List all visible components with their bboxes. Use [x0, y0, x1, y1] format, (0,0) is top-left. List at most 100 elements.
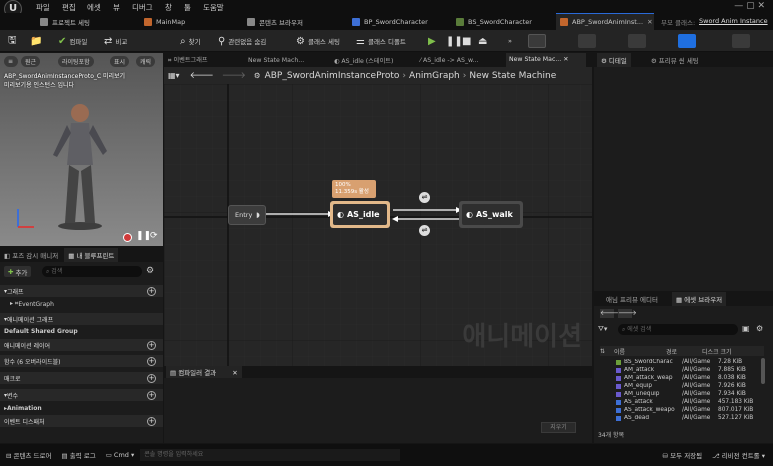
breadcrumb-state-machine[interactable]: New State Machine	[469, 71, 556, 81]
forward-arrow-icon[interactable]: 🡒	[222, 70, 246, 81]
tab-bp-swordcharacter[interactable]: BP_SwordCharacter	[348, 13, 448, 30]
show-button[interactable]: 표시	[110, 56, 130, 67]
clear-button[interactable]: 지우기	[541, 422, 576, 433]
settings-gear-icon[interactable]: ⚙	[756, 324, 763, 333]
entry-node[interactable]: Entry ◗	[228, 205, 266, 225]
viewport-menu-icon[interactable]: ≡	[4, 56, 18, 67]
hide-unrelated-button[interactable]: ⚲ 관련없음 숨김	[218, 34, 266, 48]
column-header-size[interactable]: 디스크 크기	[702, 347, 732, 356]
find-button[interactable]: ⌕ 찾기	[180, 34, 201, 48]
graph-tab-state-machine-active[interactable]: New State Mac... ✕	[506, 53, 586, 67]
add-dispatcher-icon[interactable]: +	[147, 416, 156, 426]
column-header-path[interactable]: 경로	[666, 347, 702, 356]
menu-asset[interactable]: 에셋	[87, 2, 101, 13]
category-anim-layers[interactable]: 애니메이션 레이어 +	[0, 339, 163, 351]
column-header-name[interactable]: 이름	[614, 347, 666, 356]
blueprint-mode-button[interactable]	[678, 34, 696, 48]
category-functions[interactable]: 함수 (6 오버라이드블) +	[0, 355, 163, 367]
blueprint-search-input[interactable]: ⌕ 검색	[42, 266, 142, 277]
cmd-dropdown[interactable]: ▭ Cmd ▾	[106, 451, 135, 459]
tab-mainmap[interactable]: MainMap	[140, 13, 230, 30]
stop-button[interactable]: ■	[462, 34, 474, 48]
content-drawer-button[interactable]: ⊟ 콘텐츠 드로어	[6, 450, 51, 460]
asset-row[interactable]: AM_equip/All/Game 7.926 KiB	[616, 382, 760, 390]
record-icon[interactable]	[123, 233, 132, 242]
state-node-as-walk[interactable]: ◐ AS_walk	[459, 201, 523, 228]
asset-scrollbar[interactable]	[761, 358, 765, 384]
category-variables[interactable]: ▾ 변수 +	[0, 389, 163, 401]
close-tab-icon[interactable]: ✕	[563, 56, 568, 63]
filter-dropdown-icon[interactable]: ⛛▾	[598, 325, 607, 334]
step-icon[interactable]: ⟳	[150, 231, 158, 241]
graph-tab-as-idle[interactable]: ◐ AS_idle (스테이트)	[334, 56, 420, 65]
tab-abp-swordaniminstance[interactable]: ABP_SwordAnimInst... ✕	[556, 13, 654, 30]
asset-row[interactable]: AS_attack/All/Game 457.183 KiB	[616, 398, 760, 406]
skeleton-mode-button[interactable]	[528, 34, 546, 48]
add-variable-icon[interactable]: +	[147, 390, 156, 400]
folder-icon[interactable]: ▣	[742, 324, 750, 333]
physics-mode-button[interactable]	[732, 34, 750, 48]
add-button[interactable]: ✚ 추가	[4, 266, 32, 277]
graph-options-icon[interactable]: ▦▾	[168, 71, 180, 80]
list-item-eventgraph[interactable]: ▸ ⌗ EventGraph	[0, 298, 163, 310]
diff-button[interactable]: ⇄ 비교	[104, 34, 127, 48]
menu-tools[interactable]: 툴	[184, 2, 191, 13]
asset-row[interactable]: AS_dead/All/Game 527.127 KiB	[616, 414, 760, 422]
add-macro-icon[interactable]: +	[147, 373, 156, 383]
asset-row[interactable]: AS_attack_weapo/All/Game 807.017 KiB	[616, 406, 760, 414]
tab-bs-swordcharacter[interactable]: BS_SwordCharacter	[452, 13, 552, 30]
tab-compiler-results[interactable]: ▤ 컴파일러 결과 ✕	[166, 366, 242, 378]
graph-tab-state-machine-1[interactable]: New State Mach...	[248, 57, 334, 64]
breadcrumb-root[interactable]: ABP_SwordAnimInstanceProto	[265, 71, 400, 81]
class-defaults-button[interactable]: ⚌ 클래스 디폴트	[356, 34, 406, 48]
graph-tab-transition[interactable]: ⁄ AS_idle -> AS_w...	[420, 57, 506, 64]
menu-window[interactable]: 창	[165, 2, 172, 13]
graph-canvas[interactable]: ⇌ ⇌ Entry ◗ 100% 11.359s 활성 ◐ AS_idle ◐ AS_w…	[164, 84, 592, 366]
output-log-button[interactable]: ▤ 출력 로그	[61, 450, 95, 460]
tab-preview-settings[interactable]: ⚙ 프리뷰 씬 세팅	[651, 55, 699, 65]
play-button[interactable]: ▶	[428, 34, 439, 48]
breadcrumb-animgraph[interactable]: AnimGraph	[409, 71, 460, 81]
transition-rule-icon[interactable]: ⇌	[419, 225, 430, 236]
tab-content-browser[interactable]: 콘텐츠 브라우저	[243, 13, 343, 30]
asset-row[interactable]: BS_SwordCharac/All/Game 7.28 KiB	[616, 358, 760, 366]
tab-details[interactable]: ⚙ 디테일	[597, 53, 631, 67]
forward-arrow-icon[interactable]: 🡒	[618, 309, 637, 318]
menu-file[interactable]: 파일	[36, 2, 50, 13]
asset-search-input[interactable]: ⌕ 에셋 검색	[618, 324, 738, 335]
category-event-dispatchers[interactable]: 이벤트 디스패처 +	[0, 415, 163, 427]
parent-class-link[interactable]: Sword Anim Instance	[699, 17, 768, 25]
revision-control-button[interactable]: ⎇ 리비전 컨트롤 ▾	[712, 450, 765, 460]
asset-row[interactable]: AM_unequip/All/Game 7.934 KiB	[616, 390, 760, 398]
compile-button[interactable]: ✔ 컴파일	[58, 34, 87, 48]
tab-my-blueprint[interactable]: ▦ 내 블루프린트	[64, 248, 119, 262]
menu-debug[interactable]: 디버그	[132, 2, 153, 13]
list-item-default-shared[interactable]: Default Shared Group	[0, 325, 163, 337]
menu-view[interactable]: 뷰	[113, 2, 120, 13]
tab-asset-browser[interactable]: ▦ 에셋 브라우저	[671, 292, 727, 306]
asset-row[interactable]: AM_attack/All/Game 7.885 KiB	[616, 366, 760, 374]
add-layer-icon[interactable]: +	[147, 340, 156, 350]
asset-row[interactable]: AM_attack_weap/All/Game 8.038 KiB	[616, 374, 760, 382]
window-controls-icon[interactable]: — ▢ ✕	[734, 1, 765, 11]
tab-project-settings[interactable]: 프로젝트 세팅	[36, 13, 136, 30]
back-arrow-icon[interactable]: 🡐	[190, 70, 214, 81]
more-toolbar-icon[interactable]: »	[508, 34, 512, 48]
animation-mode-button[interactable]	[628, 34, 646, 48]
class-settings-button[interactable]: ⚙ 클래스 세팅	[296, 34, 340, 48]
graph-tab-eventgraph[interactable]: ⌗ 이벤트그래프	[168, 55, 248, 65]
tab-pose-watch[interactable]: ◧ 포즈 감시 매니저	[4, 250, 58, 260]
menu-help[interactable]: 도움말	[203, 2, 224, 13]
category-macros[interactable]: 매크로 +	[0, 372, 163, 384]
category-graphs[interactable]: ▾ 그래프 +	[0, 285, 163, 297]
close-tab-icon[interactable]: ✕	[232, 369, 237, 377]
save-all-status[interactable]: ⛁ 모두 저장됨	[663, 450, 702, 460]
back-arrow-icon[interactable]: 🡐	[600, 309, 619, 318]
character-button[interactable]: 캐릭	[136, 56, 156, 67]
close-tab-icon[interactable]: ✕	[647, 18, 652, 26]
mesh-mode-button[interactable]	[578, 34, 596, 48]
settings-gear-icon[interactable]: ⚙	[146, 266, 154, 276]
list-item-animation[interactable]: ▸ Animation	[0, 402, 163, 414]
tab-anim-preview-editor[interactable]: 애님 프리뷰 에디터	[606, 294, 658, 304]
add-graph-icon[interactable]: +	[147, 286, 156, 296]
